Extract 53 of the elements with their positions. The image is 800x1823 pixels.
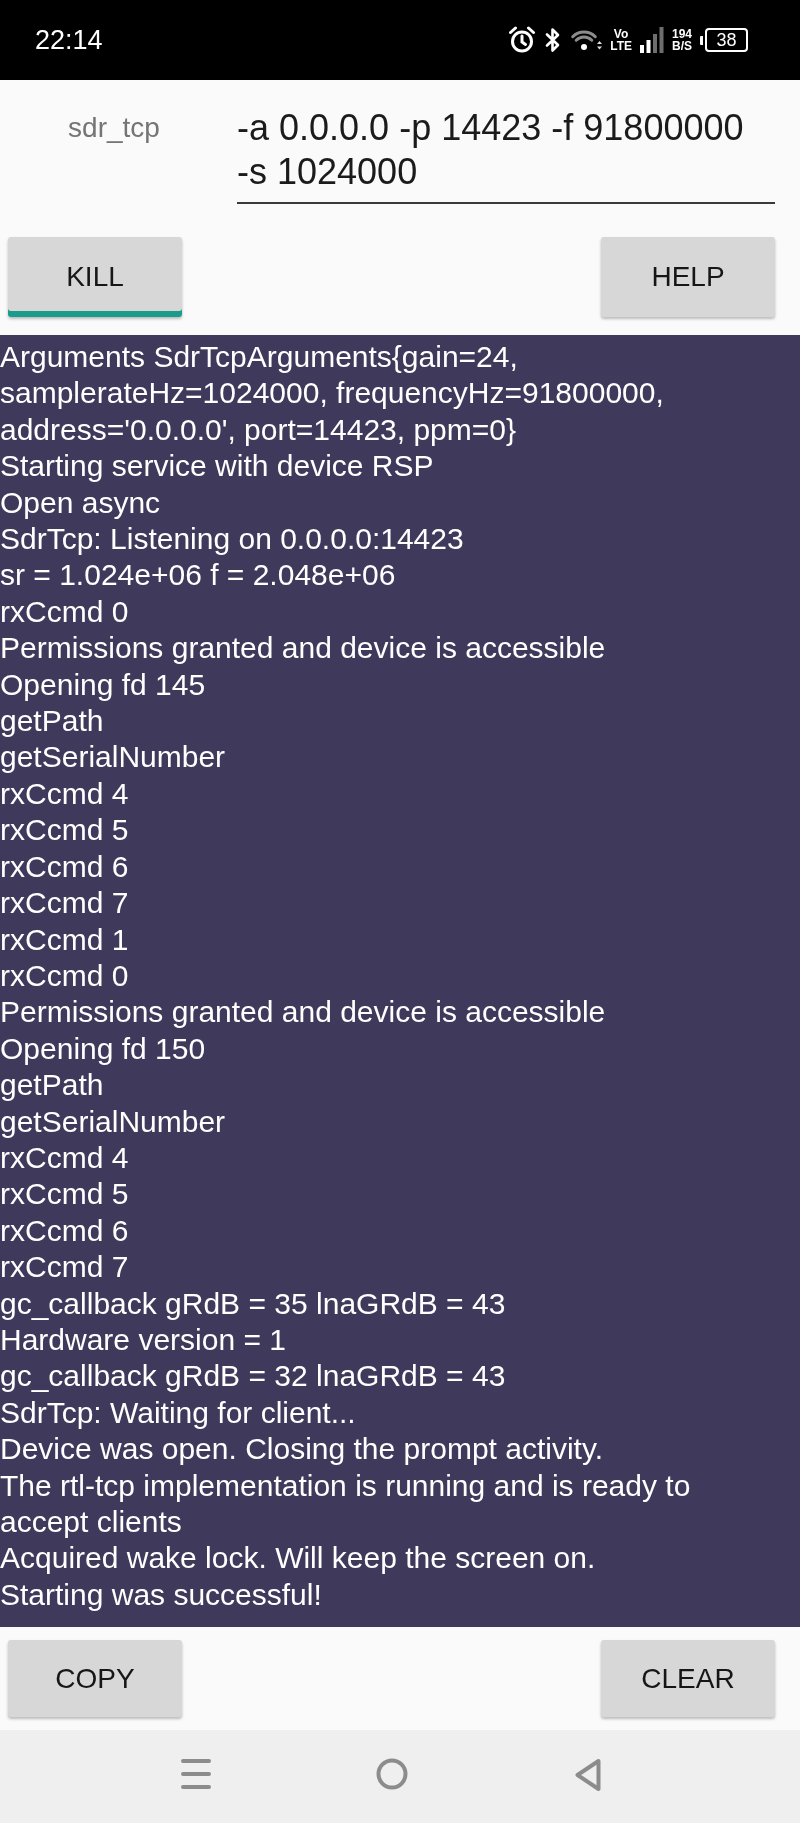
log-line: rxCcmd 6 — [0, 848, 130, 885]
back-icon[interactable] — [574, 1758, 602, 1792]
toggle-button[interactable]: KILL — [8, 237, 182, 317]
log-line: rxCcmd 1 — [0, 921, 130, 958]
action-button[interactable]: HELP — [601, 237, 775, 317]
log-line: gc_callback gRdB = 35 lnaGRdB = 43 — [0, 1285, 507, 1322]
log-line: Open async — [0, 484, 162, 521]
data-rate-text: 194 — [671, 28, 692, 40]
log-line: getSerialNumber — [0, 739, 227, 776]
network-type-text: Vo — [612, 28, 630, 40]
log-line: getPath — [0, 1067, 105, 1104]
log-line: rxCcmd 5 — [0, 812, 130, 849]
log-line: rxCcmd 0 — [0, 957, 130, 994]
log-line: SdrTcp: Listening on 0.0.0.0:14423 — [0, 521, 465, 558]
log-line: rxCcmd 0 — [0, 593, 130, 630]
action-button[interactable]: COPY — [8, 1640, 182, 1717]
log-line: The rtl-tcp implementation is running and is ready to — [0, 1467, 692, 1504]
log-line: Device was open. Closing the prompt activity. — [0, 1431, 605, 1468]
log-line: accept clients — [0, 1504, 183, 1540]
signal-bars-icon — [639, 27, 664, 53]
log-line: rxCcmd 4 — [0, 1139, 130, 1176]
action-button[interactable]: CLEAR — [601, 1640, 775, 1717]
log-line: gc_callback gRdB = 32 lnaGRdB = 43 — [0, 1358, 507, 1395]
log-line: samplerateHz=1024000, frequencyHz=91800000, — [0, 375, 665, 412]
log-line: rxCcmd 7 — [0, 885, 130, 922]
log-line: Starting was successful! — [0, 1576, 323, 1613]
wifi-icon — [570, 28, 603, 52]
clock-time: 22:14 — [35, 26, 103, 54]
command-label: sdr_tcp — [67, 111, 161, 145]
log-line: getPath — [0, 703, 105, 740]
log-line: address='0.0.0.0', port=14423, ppm=0} — [0, 411, 517, 448]
log-line: Permissions granted and device is accessible — [0, 630, 607, 667]
log-line: Hardware version = 1 — [0, 1321, 287, 1358]
alarm-clock-icon — [508, 26, 537, 54]
log-line: Opening fd 145 — [0, 666, 207, 703]
log-line: Starting service with device RSP — [0, 448, 435, 485]
log-line: Opening fd 150 — [0, 1030, 207, 1067]
menu-icon[interactable] — [181, 1758, 211, 1790]
log-line: rxCcmd 7 — [0, 1249, 130, 1286]
log-line: getSerialNumber — [0, 1103, 227, 1140]
log-line: rxCcmd 5 — [0, 1176, 130, 1213]
home-icon[interactable] — [376, 1758, 408, 1790]
network-type-text: LTE — [610, 40, 632, 52]
battery-indicator: 38 — [700, 28, 748, 52]
log-line: Permissions granted and device is accessible — [0, 994, 607, 1031]
log-line: SdrTcp: Waiting for client... — [0, 1394, 357, 1431]
data-rate-unit: B/S — [671, 40, 692, 52]
log-line: rxCcmd 6 — [0, 1212, 130, 1249]
log-line: sr = 1.024e+06 f = 2.048e+06 — [0, 557, 397, 594]
log-line: Acquired wake lock. Will keep the screen on. — [0, 1540, 597, 1577]
log-line: Arguments SdrTcpArguments{gain=24, — [0, 339, 519, 375]
arguments-field[interactable]: -a 0.0.0.0 -p 14423 -f 91800000 -s 1024000 — [237, 106, 775, 204]
log-line: rxCcmd 4 — [0, 775, 130, 812]
